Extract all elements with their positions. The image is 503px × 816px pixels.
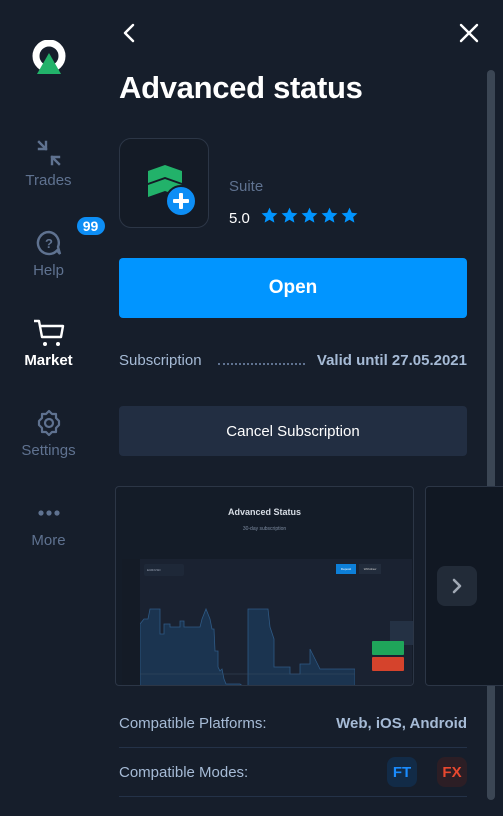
sidebar-item-settings[interactable]: Settings	[0, 408, 97, 459]
gallery-screenshot[interactable]: Advanced Status 30-day subscription EUR/…	[115, 486, 414, 686]
sidebar-item-label: Trades	[25, 172, 72, 189]
preview-sidebar	[122, 559, 140, 685]
scrollbar[interactable]	[487, 70, 495, 800]
market-detail-panel: Advanced status Suite 5.0 Open Subscript…	[97, 0, 503, 816]
cart-icon	[33, 319, 64, 346]
mode-badge-ft: FT	[387, 757, 417, 787]
sidebar-item-label: Help	[33, 262, 64, 279]
subscription-value: Valid until 27.05.2021	[316, 352, 467, 369]
chevron-right-icon	[452, 578, 462, 594]
open-button[interactable]: Open	[119, 258, 467, 318]
sidebar-item-help[interactable]: ? 99 Help	[0, 217, 105, 279]
rating-stars	[260, 206, 360, 230]
star-icon	[321, 207, 338, 223]
app-window: Trades ? 99 Help Market Settings More Ad…	[0, 0, 503, 816]
star-icon	[281, 207, 298, 223]
sidebar-item-market[interactable]: Market	[0, 318, 97, 369]
cancel-subscription-button[interactable]: Cancel Subscription	[119, 406, 467, 456]
modes-label: Compatible Modes:	[119, 763, 249, 781]
product-category: Suite	[229, 178, 264, 195]
platforms-label: Compatible Platforms:	[119, 715, 267, 732]
page-title: Advanced status	[119, 70, 363, 105]
platforms-row: Compatible Platforms: Web, iOS, Android	[119, 700, 467, 748]
preview-chart	[140, 607, 355, 685]
screenshot-preview: EUR/USD Deposit Withdraw	[122, 559, 413, 685]
more-dots-icon	[37, 510, 60, 516]
mode-badge-fx: FX	[437, 757, 467, 787]
close-button[interactable]	[458, 22, 480, 44]
screenshot-subtitle: 30-day subscription	[242, 526, 287, 532]
sidebar-item-label: Market	[24, 352, 73, 369]
preview-deposit: Deposit	[336, 564, 356, 574]
advanced-status-icon	[148, 165, 197, 217]
screenshot-gallery: Advanced Status 30-day subscription EUR/…	[115, 486, 503, 686]
svg-text:?: ?	[45, 236, 53, 251]
preview-withdraw: Withdraw	[359, 564, 381, 574]
close-icon	[459, 23, 479, 43]
arrows-collapse-icon	[36, 140, 61, 166]
sidebar: Trades ? 99 Help Market Settings More	[0, 0, 105, 816]
star-icon	[261, 207, 278, 223]
help-bubble-icon: ?	[36, 230, 61, 256]
modes-row: Compatible Modes: FT FX	[119, 748, 467, 797]
preview-pair: EUR/USD	[144, 564, 184, 576]
dotted-leader	[217, 362, 305, 365]
subscription-label: Subscription	[119, 352, 202, 369]
back-button[interactable]	[119, 22, 141, 44]
chevron-left-icon	[123, 23, 135, 43]
brand-logo-icon[interactable]	[31, 40, 67, 76]
rating: 5.0	[229, 206, 360, 230]
screenshot-title: Advanced Status	[227, 507, 302, 517]
mode-badges: FT FX	[387, 757, 467, 787]
preview-up-button	[372, 641, 404, 655]
sidebar-item-more[interactable]: More	[0, 498, 97, 549]
product-meta: Suite 5.0	[229, 178, 360, 230]
sidebar-item-label: More	[31, 532, 66, 549]
star-icon	[341, 207, 358, 223]
rating-value: 5.0	[229, 209, 250, 227]
sidebar-item-label: Settings	[21, 442, 76, 459]
platforms-value: Web, iOS, Android	[336, 715, 467, 732]
sidebar-item-trades[interactable]: Trades	[0, 138, 97, 189]
star-icon	[301, 207, 318, 223]
gallery-next-button[interactable]	[437, 566, 477, 606]
gear-icon	[37, 409, 60, 437]
product-icon-tile	[119, 138, 209, 228]
preview-down-button	[372, 657, 404, 671]
subscription-row: Subscription Valid until 27.05.2021	[119, 352, 467, 369]
